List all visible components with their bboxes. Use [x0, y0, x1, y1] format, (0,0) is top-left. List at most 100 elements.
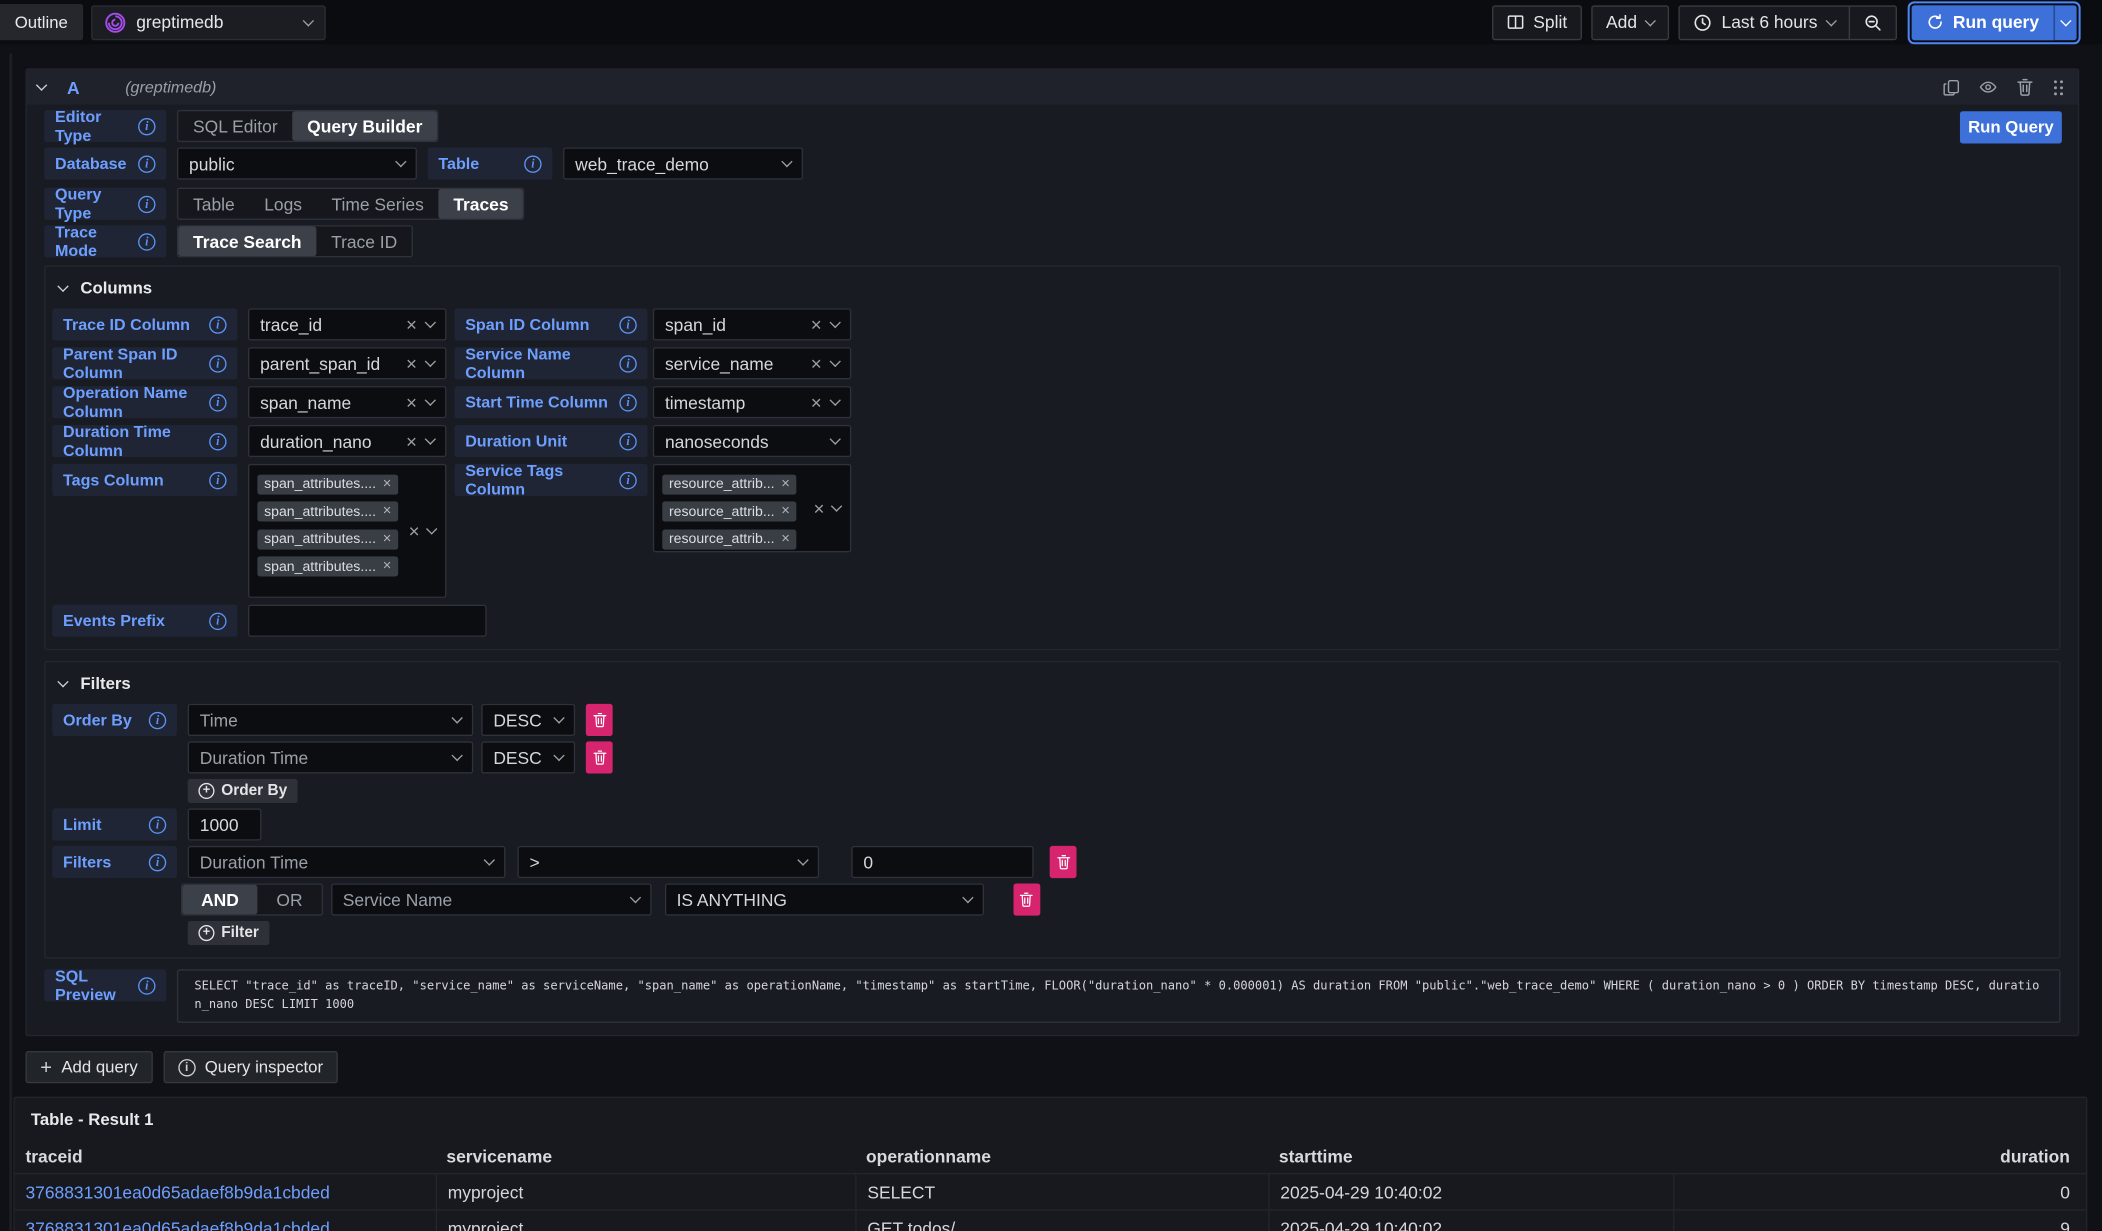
info-icon[interactable] — [619, 355, 636, 372]
chevron-down-icon — [1825, 15, 1836, 26]
editor-type-sql-editor[interactable]: SQL Editor — [178, 111, 292, 140]
tags-column-multiselect[interactable]: span_attributes.... span_attributes.... … — [248, 464, 446, 598]
info-icon[interactable] — [209, 355, 226, 372]
remove-order-by-button[interactable] — [586, 741, 613, 773]
column-header-traceid[interactable]: traceid — [15, 1138, 436, 1173]
service-tag-chip[interactable]: resource_attrib... — [662, 474, 796, 494]
table-label: Table — [428, 147, 553, 179]
filter-field-select[interactable]: Duration Time — [188, 846, 506, 878]
query-type-table[interactable]: Table — [178, 189, 249, 218]
filter-operator-select[interactable]: IS ANYTHING — [664, 883, 983, 915]
order-by-field-select[interactable]: Time — [188, 704, 474, 736]
info-icon[interactable] — [149, 853, 166, 870]
query-inspector-button[interactable]: Query inspector — [163, 1051, 338, 1083]
column-header-operationname[interactable]: operationname — [855, 1138, 1268, 1173]
info-icon[interactable] — [149, 816, 166, 833]
info-icon[interactable] — [209, 612, 226, 629]
info-icon[interactable] — [209, 316, 226, 333]
trace-id-link[interactable]: 3768831301ea0d65adaef8b9da1cbded — [15, 1174, 436, 1209]
trace-id-link[interactable]: 3768831301ea0d65adaef8b9da1cbded — [15, 1211, 436, 1231]
events-prefix-input[interactable] — [248, 605, 487, 637]
info-icon[interactable] — [619, 432, 636, 449]
query-type-traces[interactable]: Traces — [439, 189, 524, 218]
zoom-out-time-button[interactable] — [1848, 6, 1895, 38]
info-icon[interactable] — [209, 393, 226, 410]
add-button[interactable]: Add — [1591, 5, 1669, 40]
query-row-header[interactable]: A (greptimedb) — [27, 70, 2078, 105]
delete-query-icon[interactable] — [2016, 78, 2033, 97]
datasource-picker[interactable]: greptimedb — [91, 5, 326, 40]
database-select[interactable]: public — [177, 147, 417, 179]
limit-input[interactable]: 1000 — [188, 808, 262, 840]
time-range-button[interactable]: Last 6 hours — [1680, 6, 1848, 38]
filter-row-2: AND OR Service Name IS ANYTHING — [52, 883, 2052, 915]
columns-section-toggle[interactable]: Columns — [59, 279, 2052, 298]
table-select[interactable]: web_trace_demo — [563, 147, 803, 179]
trace-mode-trace-search[interactable]: Trace Search — [178, 227, 316, 256]
tag-chip[interactable]: span_attributes.... — [257, 556, 398, 576]
operation-name-column-select[interactable]: span_name — [248, 386, 446, 418]
remove-filter-button[interactable] — [1050, 846, 1077, 878]
info-icon[interactable] — [209, 432, 226, 449]
order-by-direction-select[interactable]: DESC — [481, 741, 575, 773]
info-icon[interactable] — [619, 471, 636, 488]
split-button[interactable]: Split — [1492, 5, 1582, 40]
info-icon[interactable] — [619, 393, 636, 410]
add-query-button[interactable]: + Add query — [25, 1051, 152, 1083]
order-by-field-select[interactable]: Duration Time — [188, 741, 474, 773]
filter-value-input[interactable]: 0 — [851, 846, 1033, 878]
tag-chip[interactable]: span_attributes.... — [257, 529, 398, 549]
column-header-duration[interactable]: duration — [1673, 1138, 2086, 1173]
query-row-actions — [1943, 78, 2068, 97]
column-header-servicename[interactable]: servicename — [436, 1138, 856, 1173]
add-order-by-button[interactable]: Order By — [188, 779, 298, 803]
duplicate-query-icon[interactable] — [1943, 78, 1960, 95]
remove-order-by-button[interactable] — [586, 704, 613, 736]
parent-span-id-column-select[interactable]: parent_span_id — [248, 347, 446, 379]
info-icon[interactable] — [138, 977, 155, 994]
outline-toggle[interactable]: Outline — [0, 4, 83, 40]
add-filter-button[interactable]: Filter — [188, 921, 270, 945]
query-type-time-series[interactable]: Time Series — [317, 189, 439, 218]
trace-id-column-select[interactable]: trace_id — [248, 308, 446, 340]
remove-filter-button[interactable] — [1013, 883, 1040, 915]
info-icon[interactable] — [138, 155, 155, 172]
run-query-dropdown-toggle[interactable] — [2054, 5, 2077, 40]
filter-field-select[interactable]: Service Name — [331, 883, 651, 915]
run-query-editor-button[interactable]: Run Query — [1960, 111, 2062, 143]
info-icon[interactable] — [138, 233, 155, 250]
remove-chip-icon — [383, 504, 392, 519]
filters-section-toggle[interactable]: Filters — [59, 674, 2052, 693]
trace-mode-trace-id[interactable]: Trace ID — [316, 227, 412, 256]
service-name-column-select[interactable]: service_name — [653, 347, 851, 379]
service-tag-chip[interactable]: resource_attrib... — [662, 501, 796, 521]
service-tag-chip[interactable]: resource_attrib... — [662, 529, 796, 549]
start-time-column-select[interactable]: timestamp — [653, 386, 851, 418]
info-icon[interactable] — [209, 471, 226, 488]
clear-all-icon[interactable] — [409, 521, 420, 540]
query-type-logs[interactable]: Logs — [249, 189, 316, 218]
order-by-direction-select[interactable]: DESC — [481, 704, 575, 736]
logic-or-option[interactable]: OR — [258, 885, 322, 914]
hide-response-eye-icon[interactable] — [1979, 78, 1998, 97]
duration-time-column-select[interactable]: duration_nano — [248, 425, 446, 457]
logic-and-option[interactable]: AND — [182, 885, 257, 914]
duration-unit-select[interactable]: nanoseconds — [653, 425, 851, 457]
column-header-starttime[interactable]: starttime — [1268, 1138, 1673, 1173]
info-icon[interactable] — [524, 155, 541, 172]
run-query-button[interactable]: Run query — [1911, 5, 2054, 40]
service-tags-column-multiselect[interactable]: resource_attrib... resource_attrib... re… — [653, 464, 851, 552]
info-icon[interactable] — [138, 195, 155, 212]
info-icon[interactable] — [619, 316, 636, 333]
editor-type-query-builder[interactable]: Query Builder — [292, 111, 437, 140]
add-label: Add — [1606, 12, 1637, 32]
filter-operator-select[interactable]: > — [517, 846, 819, 878]
info-icon[interactable] — [138, 117, 155, 134]
tag-chip[interactable]: span_attributes.... — [257, 474, 398, 494]
tag-chip[interactable]: span_attributes.... — [257, 501, 398, 521]
clear-all-icon[interactable] — [813, 499, 824, 518]
info-icon[interactable] — [149, 711, 166, 728]
span-id-column-select[interactable]: span_id — [653, 308, 851, 340]
query-actions: + Add query Query inspector — [25, 1051, 337, 1083]
drag-handle-icon[interactable] — [2052, 78, 2064, 95]
